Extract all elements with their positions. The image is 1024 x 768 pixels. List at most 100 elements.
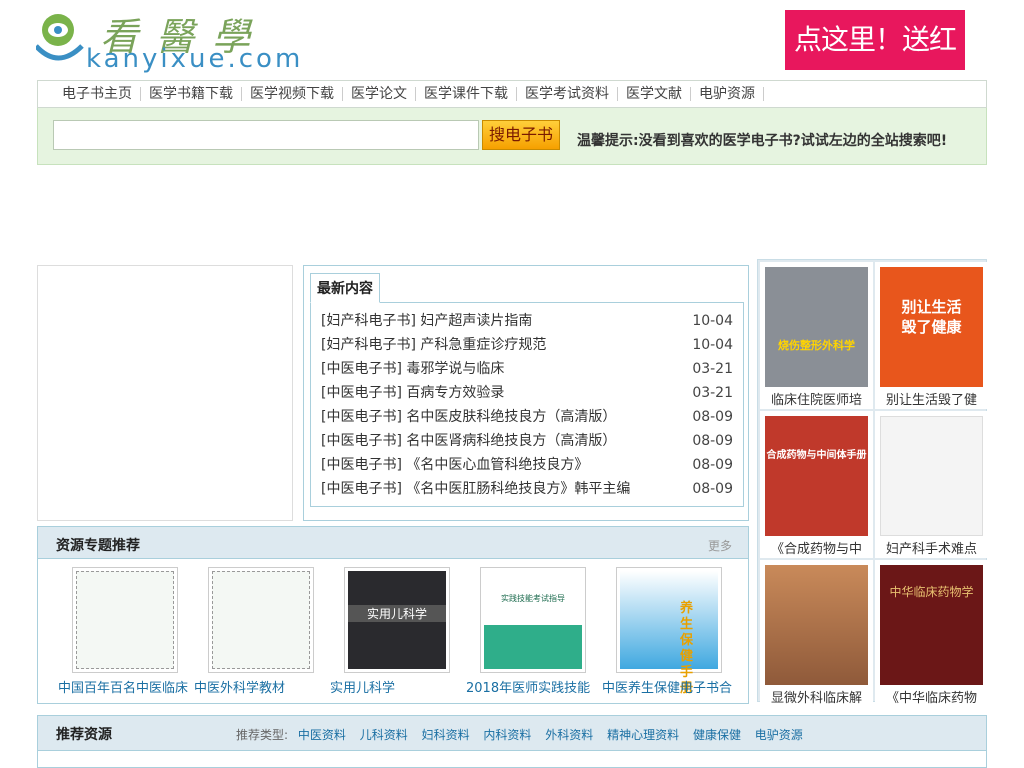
cover-title: 实用儿科学	[348, 605, 446, 622]
item-date: 08-09	[692, 409, 733, 425]
item-category[interactable]: [妇产科电子书]	[321, 337, 416, 353]
topic-card[interactable]: 实践技能考试指导 2018年医师实践技能	[466, 567, 602, 697]
item-title[interactable]: 《名中医肛肠科绝技良方》韩平主编	[406, 481, 630, 497]
search-button[interactable]: 搜电子书	[482, 120, 560, 150]
type-link-tcm[interactable]: 中医资料	[298, 728, 346, 742]
topic-image[interactable]: 实用儿科学	[344, 567, 450, 673]
cover-title: 烧伤整形外科学	[778, 339, 855, 352]
cover-title: 实践技能考试指导	[501, 594, 565, 603]
list-item[interactable]: [中医电子书] 百病专方效验录 03-21	[321, 381, 733, 405]
item-title[interactable]: 名中医皮肤科绝技良方（高清版）	[406, 409, 616, 425]
item-category[interactable]: [中医电子书]	[321, 409, 402, 425]
ad-banner[interactable]: 点这里！送红包啦	[785, 10, 965, 116]
item-date: 03-21	[692, 361, 733, 377]
featured-books-grid: 烧伤整形外科学 临床住院医师培 别让生活毁了健康 别让生活毁了健 合成药物与中间…	[757, 259, 988, 707]
item-date: 08-09	[692, 457, 733, 473]
item-category[interactable]: [中医电子书]	[321, 385, 402, 401]
list-item[interactable]: [妇产科电子书] 产科急重症诊疗规范 10-04	[321, 333, 733, 357]
topic-image[interactable]	[72, 567, 178, 673]
item-title[interactable]: 产科急重症诊疗规范	[420, 337, 546, 353]
item-category[interactable]: [中医电子书]	[321, 457, 402, 473]
topic-caption[interactable]: 中医养生保健电子书合	[602, 677, 738, 696]
item-title[interactable]: 毒邪学说与临床	[406, 361, 504, 377]
book-card[interactable]: 合成药物与中间体手册 《合成药物与中	[760, 411, 873, 558]
item-title[interactable]: 百病专方效验录	[406, 385, 504, 401]
more-link[interactable]: 更多	[708, 537, 732, 554]
item-title[interactable]: 名中医肾病科绝技良方（高清版）	[406, 433, 616, 449]
nav-item-video-download[interactable]: 医学视频下载	[242, 87, 343, 101]
item-category[interactable]: [妇产科电子书]	[321, 313, 416, 329]
topic-card[interactable]: 实用儿科学 实用儿科学	[330, 567, 466, 697]
recommend-resources-panel: 推荐资源 推荐类型: 中医资料 儿科资料 妇科资料 内科资料 外科资料 精神心理…	[37, 715, 987, 768]
nav-item-courseware[interactable]: 医学课件下载	[416, 87, 517, 101]
types-label: 推荐类型:	[236, 728, 289, 742]
topic-image[interactable]: 实践技能考试指导	[480, 567, 586, 673]
latest-list: [妇产科电子书] 妇产超声读片指南 10-04 [妇产科电子书] 产科急重症诊疗规…	[310, 302, 744, 507]
type-link-internal[interactable]: 内科资料	[483, 728, 531, 742]
nav-item-literature[interactable]: 医学文献	[618, 87, 691, 101]
list-item[interactable]: [中医电子书] 名中医肾病科绝技良方（高清版） 08-09	[321, 429, 733, 453]
list-item[interactable]: [中医电子书] 名中医皮肤科绝技良方（高清版） 08-09	[321, 405, 733, 429]
topic-caption[interactable]: 中医外科学教材	[194, 677, 330, 696]
item-category[interactable]: [中医电子书]	[321, 361, 402, 377]
book-cover[interactable]: 合成药物与中间体手册	[765, 416, 868, 536]
left-ad-slot	[37, 265, 293, 521]
topic-caption[interactable]: 2018年医师实践技能	[466, 677, 602, 696]
book-cover[interactable]	[880, 416, 983, 536]
logo-text-en: kanyixue.com	[86, 44, 304, 74]
topic-caption[interactable]: 中国百年百名中医临床	[58, 677, 194, 696]
nav-item-papers[interactable]: 医学论文	[343, 87, 416, 101]
book-card[interactable]: 烧伤整形外科学 临床住院医师培	[760, 262, 873, 409]
list-item[interactable]: [中医电子书] 毒邪学说与临床 03-21	[321, 357, 733, 381]
type-link-pediatrics[interactable]: 儿科资料	[360, 728, 408, 742]
book-card[interactable]: 别让生活毁了健康 别让生活毁了健	[875, 262, 988, 409]
topic-card[interactable]: 中医外科学教材	[194, 567, 330, 697]
type-link-edonkey[interactable]: 电驴资源	[755, 728, 803, 742]
search-tip: 温馨提示:没看到喜欢的医学电子书?试试左边的全站搜索吧!	[577, 133, 948, 149]
panel-header: 资源专题推荐 更多	[38, 527, 748, 559]
book-card[interactable]: 妇产科手术难点	[875, 411, 988, 558]
list-item[interactable]: [妇产科电子书] 妇产超声读片指南 10-04	[321, 309, 733, 333]
site-logo[interactable]: 看醫學 kanyixue.com	[36, 8, 300, 74]
type-link-surgery[interactable]: 外科资料	[545, 728, 593, 742]
nav-item-book-download[interactable]: 医学书籍下载	[141, 87, 242, 101]
item-category[interactable]: [中医电子书]	[321, 481, 402, 497]
topic-caption[interactable]: 实用儿科学	[330, 677, 466, 696]
nav-item-ebook-home[interactable]: 电子书主页	[54, 87, 141, 101]
nav-item-edonkey[interactable]: 电驴资源	[691, 87, 764, 101]
list-item[interactable]: [中医电子书] 《名中医心血管科绝技良方》 08-09	[321, 453, 733, 477]
nav-item-exam[interactable]: 医学考试资料	[517, 87, 618, 101]
main-nav: 电子书主页 医学书籍下载 医学视频下载 医学论文 医学课件下载 医学考试资料 医…	[37, 80, 987, 108]
book-caption[interactable]: 临床住院医师培	[760, 389, 873, 408]
list-item[interactable]: [中医电子书] 《名中医肛肠科绝技良方》韩平主编 08-09	[321, 477, 733, 501]
panel-title: 推荐资源	[56, 727, 112, 743]
search-input[interactable]	[53, 120, 479, 150]
book-cover[interactable]	[765, 565, 868, 685]
type-link-health[interactable]: 健康保健	[693, 728, 741, 742]
special-items: 中国百年百名中医临床 中医外科学教材 实用儿科学 实用儿科学 实践技能考试指导 …	[58, 567, 738, 697]
book-cover[interactable]: 烧伤整形外科学	[765, 267, 868, 387]
logo-eye-icon	[36, 14, 84, 61]
type-link-psychology[interactable]: 精神心理资料	[607, 728, 679, 742]
item-date: 10-04	[692, 313, 733, 329]
book-caption[interactable]: 显微外科临床解	[760, 687, 873, 706]
item-category[interactable]: [中医电子书]	[321, 433, 402, 449]
item-date: 08-09	[692, 433, 733, 449]
tab-latest[interactable]: 最新内容	[310, 273, 380, 303]
book-card[interactable]: 中华临床药物学 《中华临床药物	[875, 560, 988, 707]
topic-image[interactable]: 养生保健手册	[616, 567, 722, 696]
book-caption[interactable]: 妇产科手术难点	[875, 538, 988, 557]
item-title[interactable]: 《名中医心血管科绝技良方》	[406, 457, 588, 473]
book-card[interactable]: 显微外科临床解	[760, 560, 873, 707]
item-title[interactable]: 妇产超声读片指南	[420, 313, 532, 329]
book-caption[interactable]: 别让生活毁了健	[875, 389, 988, 408]
book-caption[interactable]: 《合成药物与中	[760, 538, 873, 557]
book-cover[interactable]: 别让生活毁了健康	[880, 267, 983, 387]
item-date: 10-04	[692, 337, 733, 353]
topic-image[interactable]	[208, 567, 314, 673]
book-cover[interactable]: 中华临床药物学	[880, 565, 983, 685]
topic-card[interactable]: 养生保健手册 中医养生保健电子书合	[602, 567, 738, 697]
topic-card[interactable]: 中国百年百名中医临床	[58, 567, 194, 697]
book-caption[interactable]: 《中华临床药物	[875, 687, 988, 706]
type-link-gynecology[interactable]: 妇科资料	[422, 728, 470, 742]
